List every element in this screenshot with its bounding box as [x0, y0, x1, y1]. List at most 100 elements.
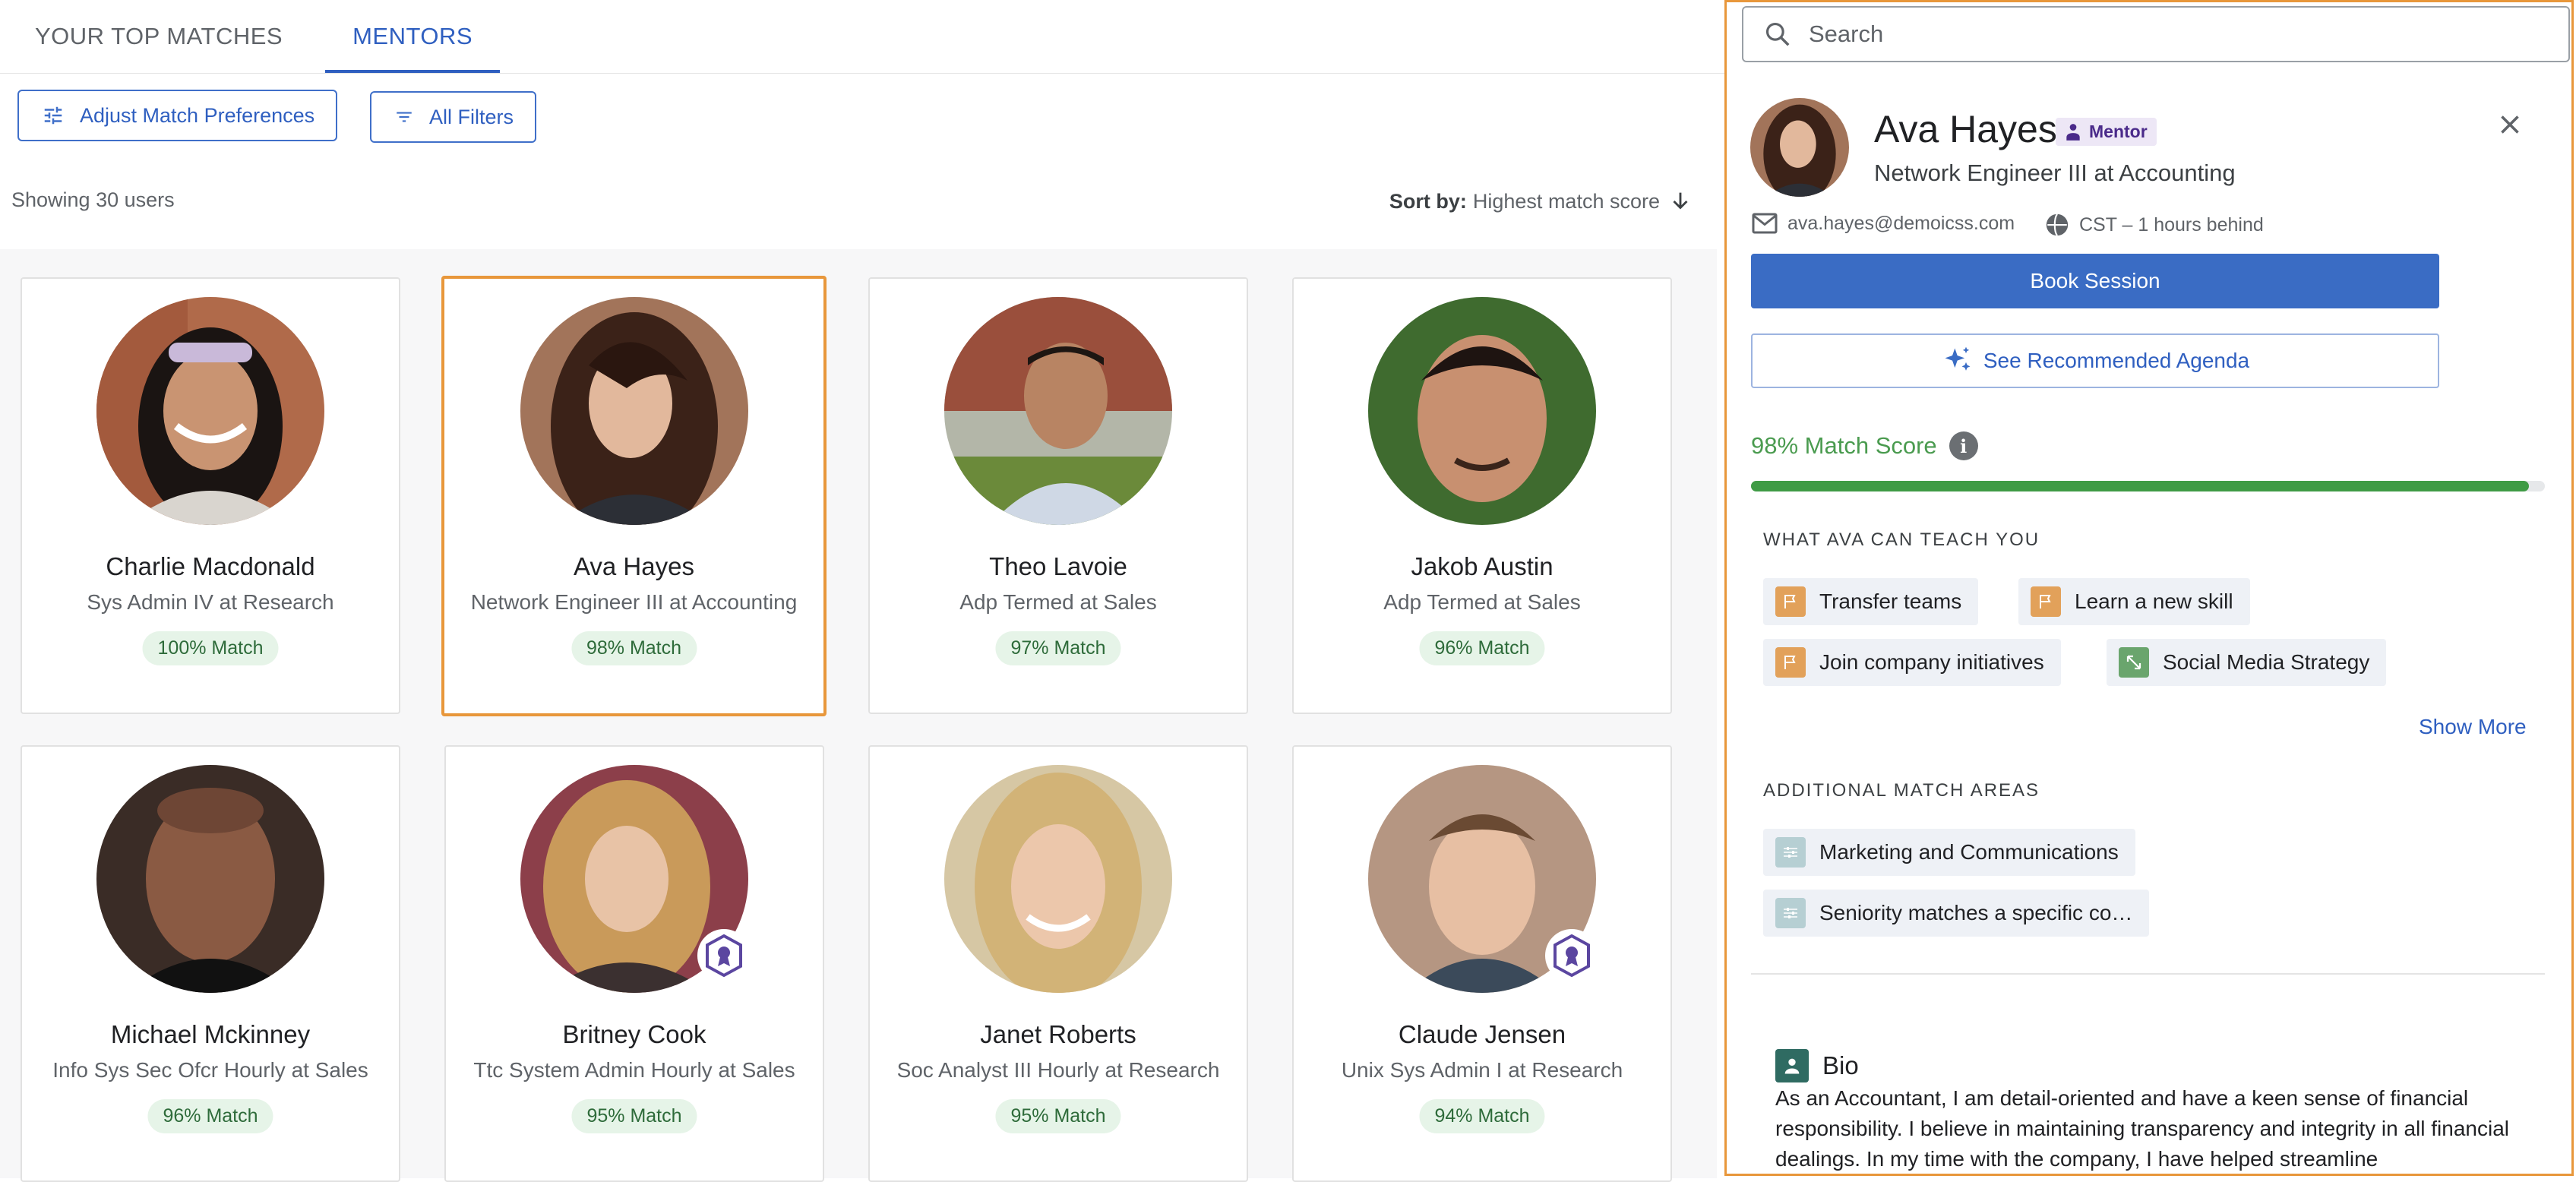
- avatar: [1750, 98, 1849, 197]
- mail-icon: [1752, 213, 1778, 234]
- search-input[interactable]: Search: [1742, 6, 2570, 62]
- additional-chip-label: Seniority matches a specific co…: [1819, 901, 2133, 924]
- match-badge: 96% Match: [1419, 631, 1545, 665]
- mentor-name: Jakob Austin: [1411, 552, 1554, 580]
- mentor-role: Adp Termed at Sales: [1383, 590, 1581, 614]
- flag-icon: [1775, 586, 1806, 617]
- close-button[interactable]: [2496, 111, 2524, 142]
- match-score-fill: [1751, 481, 2530, 491]
- mentor-tag: Mentor: [2056, 118, 2157, 146]
- all-filters-label: All Filters: [429, 105, 514, 128]
- mentor-card[interactable]: Michael Mckinney Info Sys Sec Ofcr Hourl…: [21, 745, 400, 1182]
- mentor-card[interactable]: Jakob Austin Adp Termed at Sales 96% Mat…: [1292, 277, 1672, 714]
- teach-chip-label: Social Media Strategy: [2163, 650, 2370, 674]
- search-placeholder: Search: [1809, 21, 1884, 47]
- flag-icon: [1775, 647, 1806, 678]
- mentor-role: Adp Termed at Sales: [959, 590, 1157, 614]
- arrow-down-icon: [1673, 192, 1688, 210]
- match-score-bar: [1751, 481, 2545, 491]
- mentor-role: Soc Analyst III Hourly at Research: [896, 1058, 1220, 1082]
- globe-icon: [2046, 213, 2069, 236]
- adjust-match-preferences-label: Adjust Match Preferences: [80, 103, 315, 127]
- sliders-icon: [1775, 898, 1806, 928]
- info-icon[interactable]: i: [1949, 431, 1978, 460]
- recommended-agenda-label: See Recommended Agenda: [1983, 349, 2250, 372]
- avatar: [520, 297, 748, 525]
- bio-text: As an Accountant, I am detail-oriented a…: [1775, 1086, 2509, 1171]
- match-badge: 98% Match: [571, 631, 697, 665]
- profile-name: Ava Hayes: [1874, 108, 2057, 150]
- flag-icon: [2031, 586, 2061, 617]
- mentor-role: Ttc System Admin Hourly at Sales: [473, 1058, 795, 1082]
- match-badge: 97% Match: [995, 631, 1121, 665]
- match-badge: 95% Match: [995, 1099, 1121, 1133]
- recommended-agenda-button[interactable]: See Recommended Agenda: [1751, 333, 2439, 388]
- sort-label: Sort by:: [1389, 189, 1467, 213]
- mentor-card[interactable]: Theo Lavoie Adp Termed at Sales 97% Matc…: [868, 277, 1248, 714]
- mentor-tag-label: Mentor: [2089, 122, 2148, 141]
- tab-top-matches[interactable]: YOUR TOP MATCHES: [0, 0, 318, 73]
- match-badge: 95% Match: [571, 1099, 697, 1133]
- sliders-icon: [44, 106, 62, 125]
- additional-chip: Marketing and Communications: [1763, 829, 2135, 876]
- filter-icon: [397, 112, 412, 122]
- match-score: 98% Match Score i: [1751, 431, 1978, 460]
- sort-control[interactable]: Sort by: Highest match score: [1389, 188, 1693, 214]
- search-icon: [1765, 22, 1790, 46]
- avatar: [96, 297, 324, 525]
- mentor-name: Michael Mckinney: [110, 1020, 311, 1048]
- mentor-name: Britney Cook: [562, 1020, 706, 1048]
- tab-bar: YOUR TOP MATCHES MENTORS: [0, 0, 1724, 74]
- sort-value: Highest match score: [1472, 189, 1660, 213]
- mentor-role: Sys Admin IV at Research: [87, 590, 334, 614]
- profile-email[interactable]: ava.hayes@demoicss.com: [1751, 212, 2015, 235]
- expand-icon: [2119, 647, 2149, 678]
- divider: [1751, 973, 2545, 975]
- sparkle-icon: [1945, 346, 1971, 371]
- avatar: [944, 297, 1172, 525]
- award-badge-icon: [1545, 929, 1598, 982]
- mentor-card[interactable]: Charlie Macdonald Sys Admin IV at Resear…: [21, 277, 400, 714]
- match-badge: 96% Match: [147, 1099, 273, 1133]
- teach-chip: Social Media Strategy: [2107, 639, 2387, 686]
- mentor-name: Ava Hayes: [574, 552, 694, 580]
- teach-chip: Join company initiatives: [1763, 639, 2061, 686]
- award-badge-icon: [697, 929, 751, 982]
- teach-heading: WHAT AVA CAN TEACH YOU: [1763, 529, 2040, 550]
- teach-chip-label: Learn a new skill: [2075, 589, 2233, 613]
- additional-chip: Seniority matches a specific co…: [1763, 890, 2150, 937]
- mentor-card[interactable]: Claude Jensen Unix Sys Admin I at Resear…: [1292, 745, 1672, 1182]
- profile-role: Network Engineer III at Accounting: [1874, 160, 2236, 186]
- teach-chip: Transfer teams: [1763, 578, 1979, 625]
- bio-heading-label: Bio: [1822, 1051, 1859, 1079]
- all-filters-button[interactable]: All Filters: [370, 91, 537, 143]
- additional-chip-label: Marketing and Communications: [1819, 840, 2119, 864]
- avatar: [944, 765, 1172, 993]
- mentor-role: Network Engineer III at Accounting: [470, 590, 798, 614]
- person-icon: [1775, 1049, 1809, 1082]
- mentor-name: Charlie Macdonald: [106, 552, 315, 580]
- mentor-role: Info Sys Sec Ofcr Hourly at Sales: [52, 1058, 368, 1082]
- mentor-card[interactable]: Ava Hayes Network Engineer III at Accoun…: [441, 276, 827, 716]
- profile-timezone: CST – 1 hours behind: [2044, 212, 2264, 238]
- mentor-card[interactable]: Janet Roberts Soc Analyst III Hourly at …: [868, 745, 1248, 1182]
- mentor-detail-panel: Search Ava Hayes Mentor Network Engineer…: [1724, 0, 2574, 1176]
- bio-heading: Bio: [1775, 1049, 1859, 1082]
- mentor-icon: [2066, 123, 2080, 141]
- book-session-button[interactable]: Book Session: [1751, 254, 2439, 308]
- mentor-name: Theo Lavoie: [989, 552, 1127, 580]
- mentor-name: Claude Jensen: [1398, 1020, 1566, 1048]
- teach-chip-label: Transfer teams: [1819, 589, 1962, 613]
- avatar: [1368, 297, 1596, 525]
- teach-chip: Learn a new skill: [2018, 578, 2250, 625]
- mentor-name: Janet Roberts: [980, 1020, 1136, 1048]
- mentor-card[interactable]: Britney Cook Ttc System Admin Hourly at …: [444, 745, 824, 1182]
- match-badge: 94% Match: [1419, 1099, 1545, 1133]
- show-more-link[interactable]: Show More: [2419, 715, 2527, 739]
- adjust-match-preferences-button[interactable]: Adjust Match Preferences: [17, 90, 338, 141]
- timezone-text: CST – 1 hours behind: [2079, 213, 2264, 235]
- sliders-icon: [1775, 837, 1806, 868]
- close-icon: [2501, 115, 2519, 134]
- tab-mentors[interactable]: MENTORS: [318, 0, 507, 73]
- match-badge: 100% Match: [142, 631, 279, 665]
